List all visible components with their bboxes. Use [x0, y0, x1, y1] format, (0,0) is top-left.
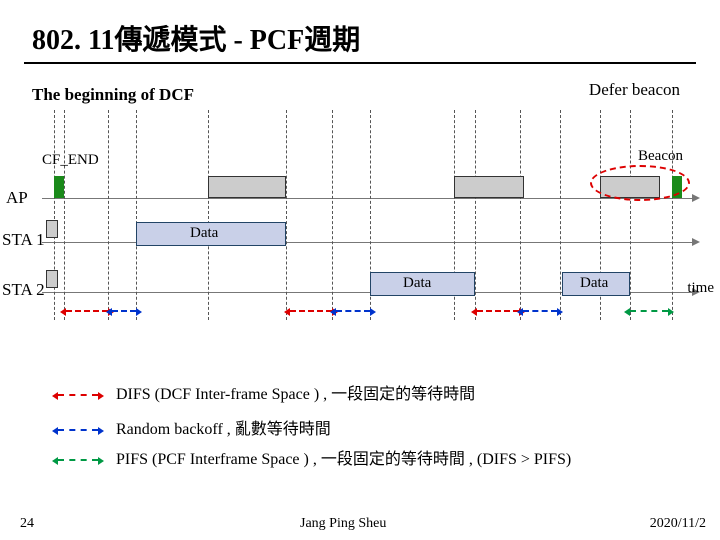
grid-line	[64, 110, 65, 320]
grid-line	[108, 110, 109, 320]
label-beacon: Beacon	[638, 148, 683, 165]
interval-backoff	[112, 310, 136, 312]
ap-fragment	[454, 176, 524, 198]
grid-line	[520, 110, 521, 320]
legend-pifs: PIFS (PCF Interframe Space ) , 一段固定的等待時間…	[58, 445, 678, 469]
slide-title: 802. 11傳遞模式 - PCF週期	[32, 18, 360, 58]
lane-label-sta2: STA 2	[2, 280, 45, 300]
timing-diagram: AP STA 1 STA 2 CF_END Beacon Data Data D…	[0, 110, 720, 330]
legend-text-difs: DIFS (DCF Inter-frame Space ) , 一段固定的等待時…	[116, 386, 475, 403]
legend-text-backoff: Random backoff , 亂數等待時間	[116, 421, 331, 438]
axis-ap	[42, 198, 692, 199]
sta2-prior-fragment	[46, 270, 58, 288]
grid-line	[286, 110, 287, 320]
interval-pifs	[630, 310, 668, 312]
grid-line	[208, 110, 209, 320]
label-defer-beacon: Defer beacon	[589, 80, 680, 100]
interval-difs	[66, 310, 108, 312]
grid-line	[560, 110, 561, 320]
footer-author: Jang Ping Sheu	[300, 516, 386, 532]
ap-fragment	[208, 176, 286, 198]
legend-swatch-red	[58, 394, 98, 396]
ap-cf-end-frame	[54, 176, 64, 198]
interval-difs	[290, 310, 332, 312]
legend-backoff: Random backoff , 亂數等待時間	[58, 415, 678, 439]
sta1-data-label: Data	[190, 225, 218, 242]
legend-swatch-green	[58, 459, 98, 461]
grid-line	[672, 110, 673, 320]
lane-label-sta1: STA 1	[2, 230, 45, 250]
legend-text-pifs: PIFS (PCF Interframe Space ) , 一段固定的等待時間…	[116, 451, 571, 468]
grid-line	[54, 110, 55, 320]
footer-date: 2020/11/2	[650, 516, 706, 532]
title-rule	[24, 62, 696, 64]
label-beginning-of-dcf: The beginning of DCF	[32, 85, 194, 105]
legend-difs: DIFS (DCF Inter-frame Space ) , 一段固定的等待時…	[58, 380, 678, 404]
label-cf-end: CF_END	[42, 152, 99, 169]
axis-label-time: time	[687, 280, 714, 297]
sta1-prior-fragment	[46, 220, 58, 238]
grid-line	[136, 110, 137, 320]
interval-difs	[477, 310, 519, 312]
sta2-data-label: Data	[580, 275, 608, 292]
grid-line	[630, 110, 631, 320]
page-number: 24	[20, 516, 34, 532]
legend-swatch-blue	[58, 429, 98, 431]
defer-beacon-highlight	[590, 165, 690, 201]
lane-label-ap: AP	[6, 188, 28, 208]
sta2-data-label: Data	[403, 275, 431, 292]
interval-backoff	[523, 310, 557, 312]
grid-line	[332, 110, 333, 320]
interval-backoff	[336, 310, 370, 312]
grid-line	[475, 110, 476, 320]
